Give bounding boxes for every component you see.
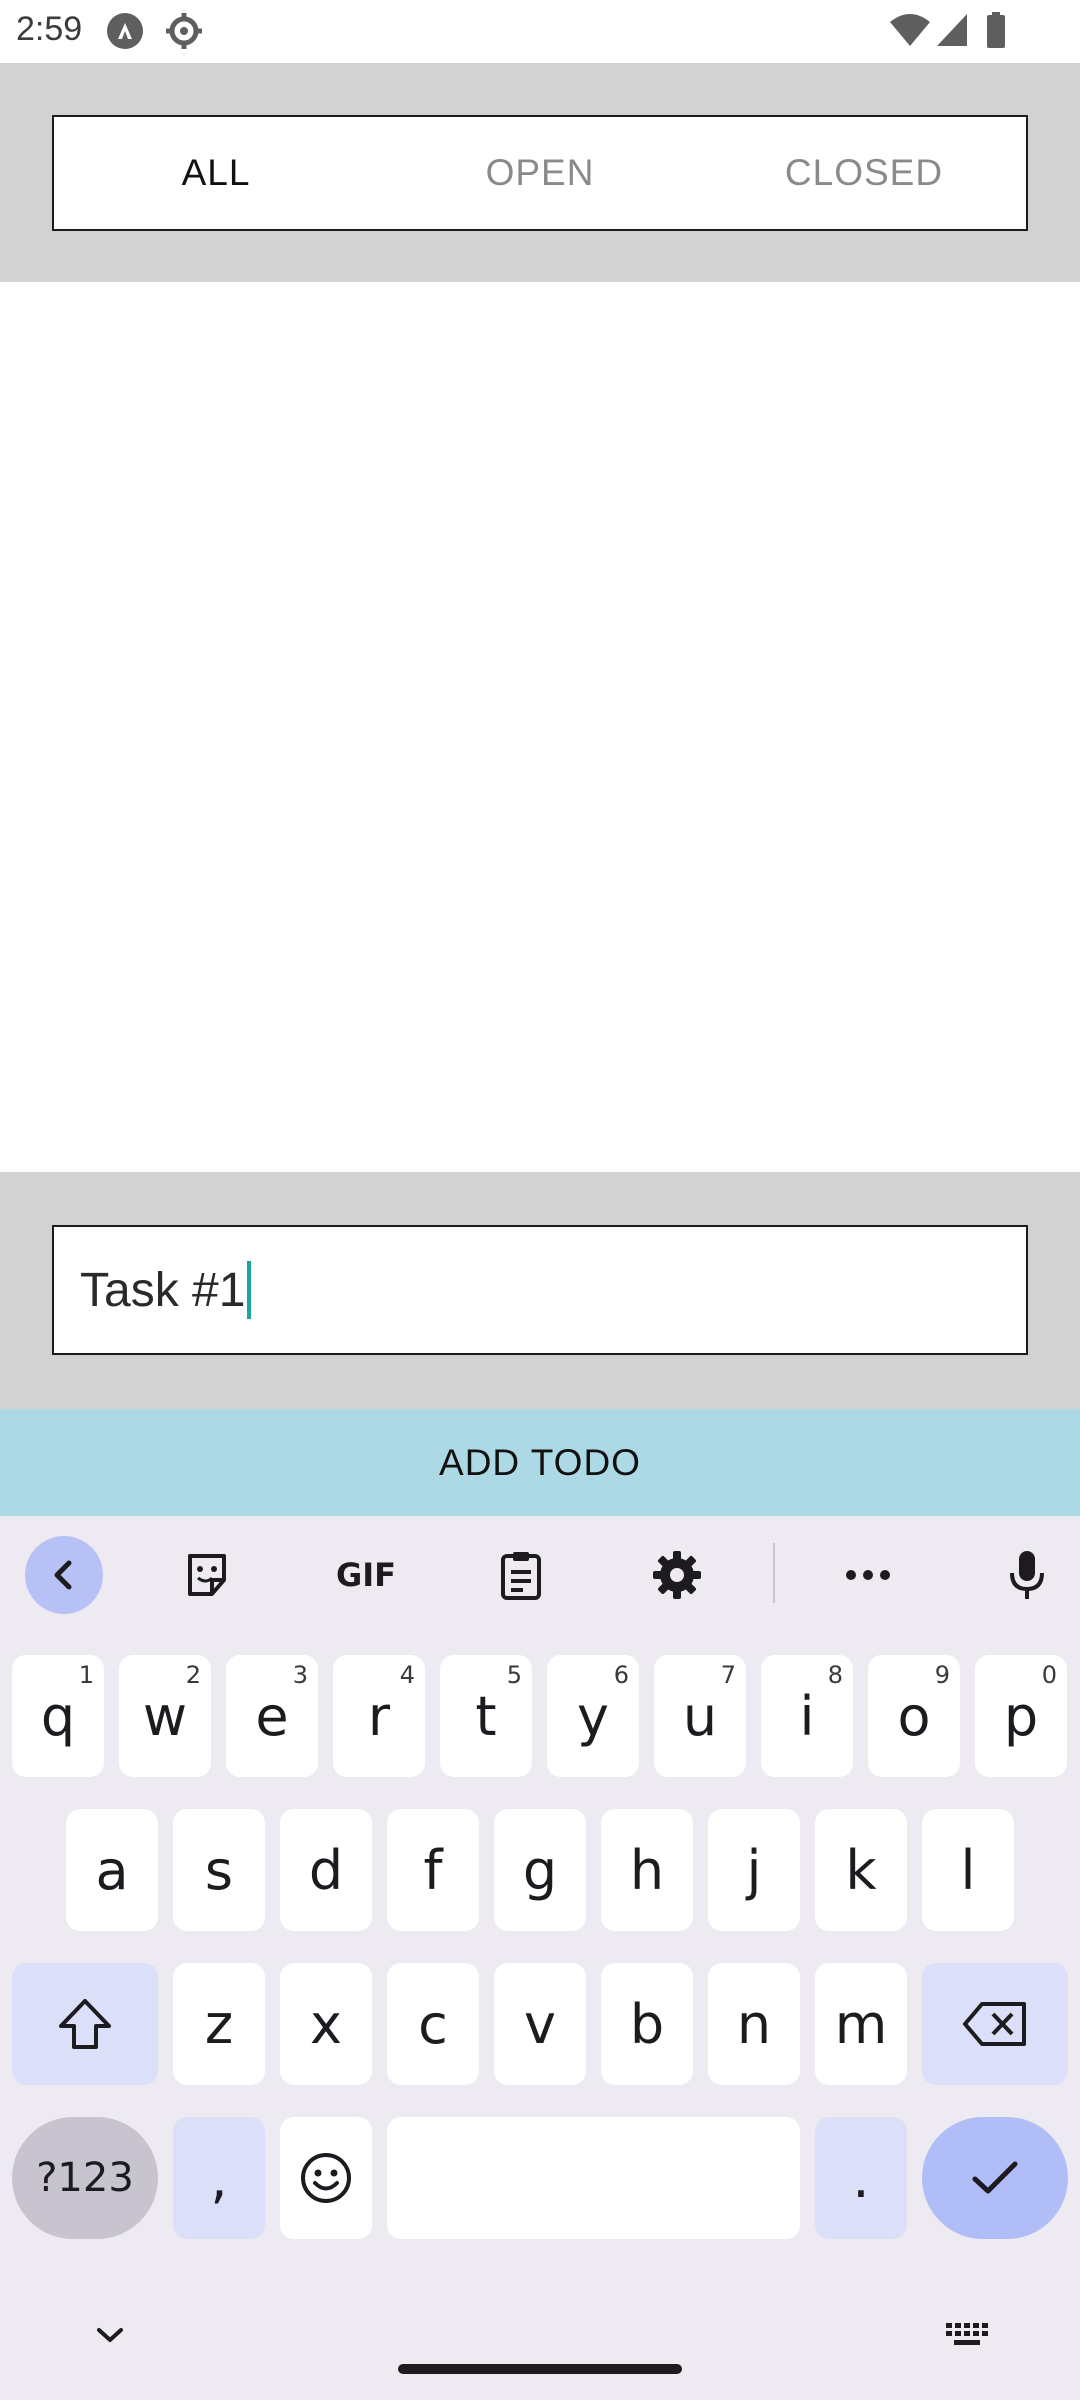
status-time: 2:59	[16, 10, 83, 48]
key-label: t	[475, 1684, 497, 1748]
text-caret	[247, 1261, 252, 1319]
soft-keyboard: GIF q1 w2 e3 r4 t5 y6 u7 i8 o9 p0 a s d …	[0, 1516, 1080, 2400]
task-input[interactable]: Task #1	[52, 1225, 1028, 1355]
todo-list	[0, 282, 1080, 1172]
key-hint: 2	[185, 1661, 201, 1689]
toolbar-divider	[773, 1543, 775, 1603]
key-label: i	[799, 1684, 815, 1748]
tab-closed[interactable]: CLOSED	[702, 117, 1026, 229]
filter-segmented-control: ALL OPEN CLOSED	[52, 115, 1028, 231]
key-v[interactable]: v	[494, 1963, 586, 2085]
key-hint: 0	[1041, 1661, 1057, 1689]
input-panel: Task #1	[0, 1172, 1080, 1409]
key-label: w	[142, 1684, 188, 1748]
key-hint: 4	[399, 1661, 415, 1689]
key-label: u	[682, 1684, 718, 1748]
gear-icon[interactable]	[638, 1536, 716, 1614]
home-indicator[interactable]	[398, 2364, 682, 2374]
key-k[interactable]: k	[815, 1809, 907, 1931]
key-j[interactable]: j	[708, 1809, 800, 1931]
key-q[interactable]: q1	[12, 1655, 104, 1777]
key-hint: 3	[292, 1661, 308, 1689]
tab-open[interactable]: OPEN	[378, 117, 702, 229]
key-p[interactable]: p0	[975, 1655, 1067, 1777]
key-d[interactable]: d	[280, 1809, 372, 1931]
key-label: y	[577, 1684, 609, 1748]
key-s[interactable]: s	[173, 1809, 265, 1931]
emoji-icon	[301, 2153, 351, 2203]
settings-gear-icon	[166, 13, 202, 49]
key-label: o	[897, 1684, 931, 1748]
gif-icon[interactable]: GIF	[326, 1536, 406, 1614]
key-b[interactable]: b	[601, 1963, 693, 2085]
key-hint: 9	[934, 1661, 950, 1689]
key-a[interactable]: a	[66, 1809, 158, 1931]
status-bar: 2:59	[0, 0, 1080, 63]
symbols-key[interactable]: ?123	[12, 2117, 158, 2239]
emoji-key[interactable]	[280, 2117, 372, 2239]
key-hint: 6	[613, 1661, 629, 1689]
key-m[interactable]: m	[815, 1963, 907, 2085]
key-h[interactable]: h	[601, 1809, 693, 1931]
task-input-value: Task #1	[80, 1263, 246, 1317]
backspace-key[interactable]	[922, 1963, 1068, 2085]
key-label: r	[367, 1684, 391, 1748]
key-hint: 1	[78, 1661, 94, 1689]
autopilot-icon	[107, 13, 143, 49]
key-z[interactable]: z	[173, 1963, 265, 2085]
key-l[interactable]: l	[922, 1809, 1014, 1931]
key-u[interactable]: u7	[654, 1655, 746, 1777]
key-label: p	[1003, 1684, 1039, 1748]
key-c[interactable]: c	[387, 1963, 479, 2085]
key-e[interactable]: e3	[226, 1655, 318, 1777]
period-key[interactable]: .	[815, 2117, 907, 2239]
key-hint: 5	[506, 1661, 522, 1689]
sticker-icon[interactable]	[168, 1536, 246, 1614]
enter-key[interactable]	[922, 2117, 1068, 2239]
keyboard-toolbar: GIF	[0, 1516, 1080, 1631]
filter-panel: ALL OPEN CLOSED	[0, 63, 1080, 282]
hide-keyboard-icon[interactable]	[90, 2310, 130, 2360]
tab-all[interactable]: ALL	[54, 117, 378, 229]
clipboard-icon[interactable]	[482, 1536, 560, 1614]
more-icon[interactable]	[829, 1536, 907, 1614]
battery-icon	[987, 12, 1005, 48]
key-hint: 7	[720, 1661, 736, 1689]
key-w[interactable]: w2	[119, 1655, 211, 1777]
gif-label: GIF	[335, 1556, 397, 1594]
keyboard-switch-icon[interactable]	[945, 2310, 991, 2360]
signal-icon	[937, 14, 967, 46]
key-x[interactable]: x	[280, 1963, 372, 2085]
comma-key[interactable]: ,	[173, 2117, 265, 2239]
wifi-icon	[890, 14, 930, 46]
key-i[interactable]: i8	[761, 1655, 853, 1777]
key-g[interactable]: g	[494, 1809, 586, 1931]
key-label: q	[40, 1684, 76, 1748]
key-r[interactable]: r4	[333, 1655, 425, 1777]
key-y[interactable]: y6	[547, 1655, 639, 1777]
checkmark-icon	[972, 2161, 1018, 2194]
key-label: e	[255, 1684, 289, 1748]
shift-icon	[59, 1999, 111, 2049]
key-f[interactable]: f	[387, 1809, 479, 1931]
key-o[interactable]: o9	[868, 1655, 960, 1777]
mic-icon[interactable]	[988, 1536, 1066, 1614]
shift-key[interactable]	[12, 1963, 158, 2085]
key-n[interactable]: n	[708, 1963, 800, 2085]
backspace-icon	[963, 2002, 1026, 2046]
space-key[interactable]	[387, 2117, 800, 2239]
back-chevron-icon[interactable]	[25, 1536, 103, 1614]
key-hint: 8	[827, 1661, 843, 1689]
key-t[interactable]: t5	[440, 1655, 532, 1777]
add-todo-button[interactable]: ADD TODO	[0, 1409, 1080, 1516]
